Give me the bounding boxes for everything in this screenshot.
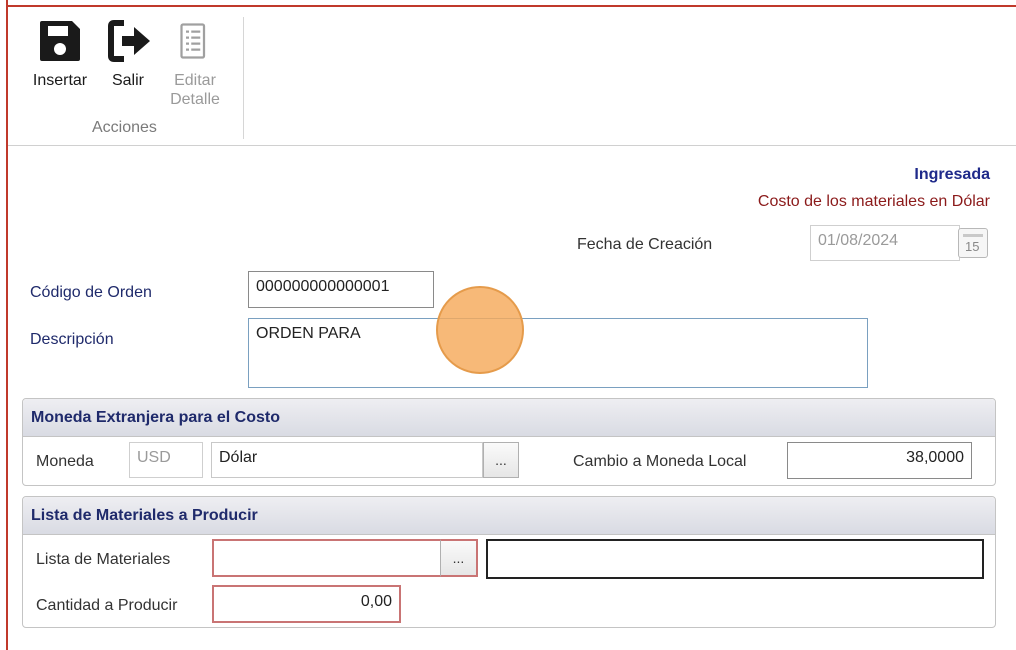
- edit-detail-label-line1: Editar: [174, 72, 216, 89]
- bom-code-field[interactable]: [212, 539, 440, 577]
- currency-code-field: USD: [129, 442, 203, 478]
- exchange-rate-field[interactable]: 38,0000: [787, 442, 972, 479]
- currency-label: Moneda: [36, 453, 94, 470]
- status-badge: Ingresada: [914, 166, 990, 183]
- description-label: Descripción: [30, 331, 114, 348]
- quantity-label: Cantidad a Producir: [36, 597, 178, 614]
- window-frame: Insertar Salir Editar Detalle Acciones I…: [0, 0, 1016, 650]
- insert-button-label: Insertar: [32, 72, 88, 89]
- exit-icon: [108, 20, 150, 62]
- creation-date-label: Fecha de Creación: [577, 236, 713, 253]
- description-textarea[interactable]: ORDEN PARA: [248, 318, 868, 388]
- insert-button[interactable]: Insertar: [28, 17, 92, 90]
- creation-date-field: 01/08/2024: [810, 225, 960, 261]
- bom-description-field: [486, 539, 984, 579]
- calendar-icon[interactable]: 15: [958, 228, 988, 258]
- edit-detail-button[interactable]: Editar Detalle: [164, 17, 226, 109]
- cost-currency-info: Costo de los materiales en Dólar: [757, 193, 990, 210]
- edit-detail-label-line2: Detalle: [170, 91, 220, 108]
- order-code-field[interactable]: 000000000000001: [248, 271, 434, 308]
- cursor-highlight: [436, 286, 524, 374]
- currency-name-field: Dólar: [211, 442, 483, 478]
- exchange-rate-label: Cambio a Moneda Local: [573, 453, 747, 470]
- currency-lookup-button[interactable]: ...: [483, 442, 519, 478]
- ribbon-group-separator: [243, 17, 244, 139]
- currency-panel-title: Moneda Extranjera para el Costo: [23, 399, 995, 437]
- notebook-icon: [180, 23, 206, 59]
- ribbon-group-label: Acciones: [92, 119, 157, 136]
- ribbon-toolbar: Insertar Salir Editar Detalle Acciones: [8, 7, 1016, 146]
- save-icon: [40, 21, 80, 61]
- bom-lookup-button[interactable]: ...: [440, 539, 478, 577]
- order-code-label: Código de Orden: [30, 284, 152, 301]
- materials-panel-title: Lista de Materiales a Producir: [23, 497, 995, 535]
- exit-button[interactable]: Salir: [106, 17, 150, 90]
- bom-list-label: Lista de Materiales: [36, 551, 171, 568]
- calendar-day: 15: [965, 239, 980, 254]
- quantity-field[interactable]: 0,00: [212, 585, 401, 623]
- exit-button-label: Salir: [111, 72, 144, 89]
